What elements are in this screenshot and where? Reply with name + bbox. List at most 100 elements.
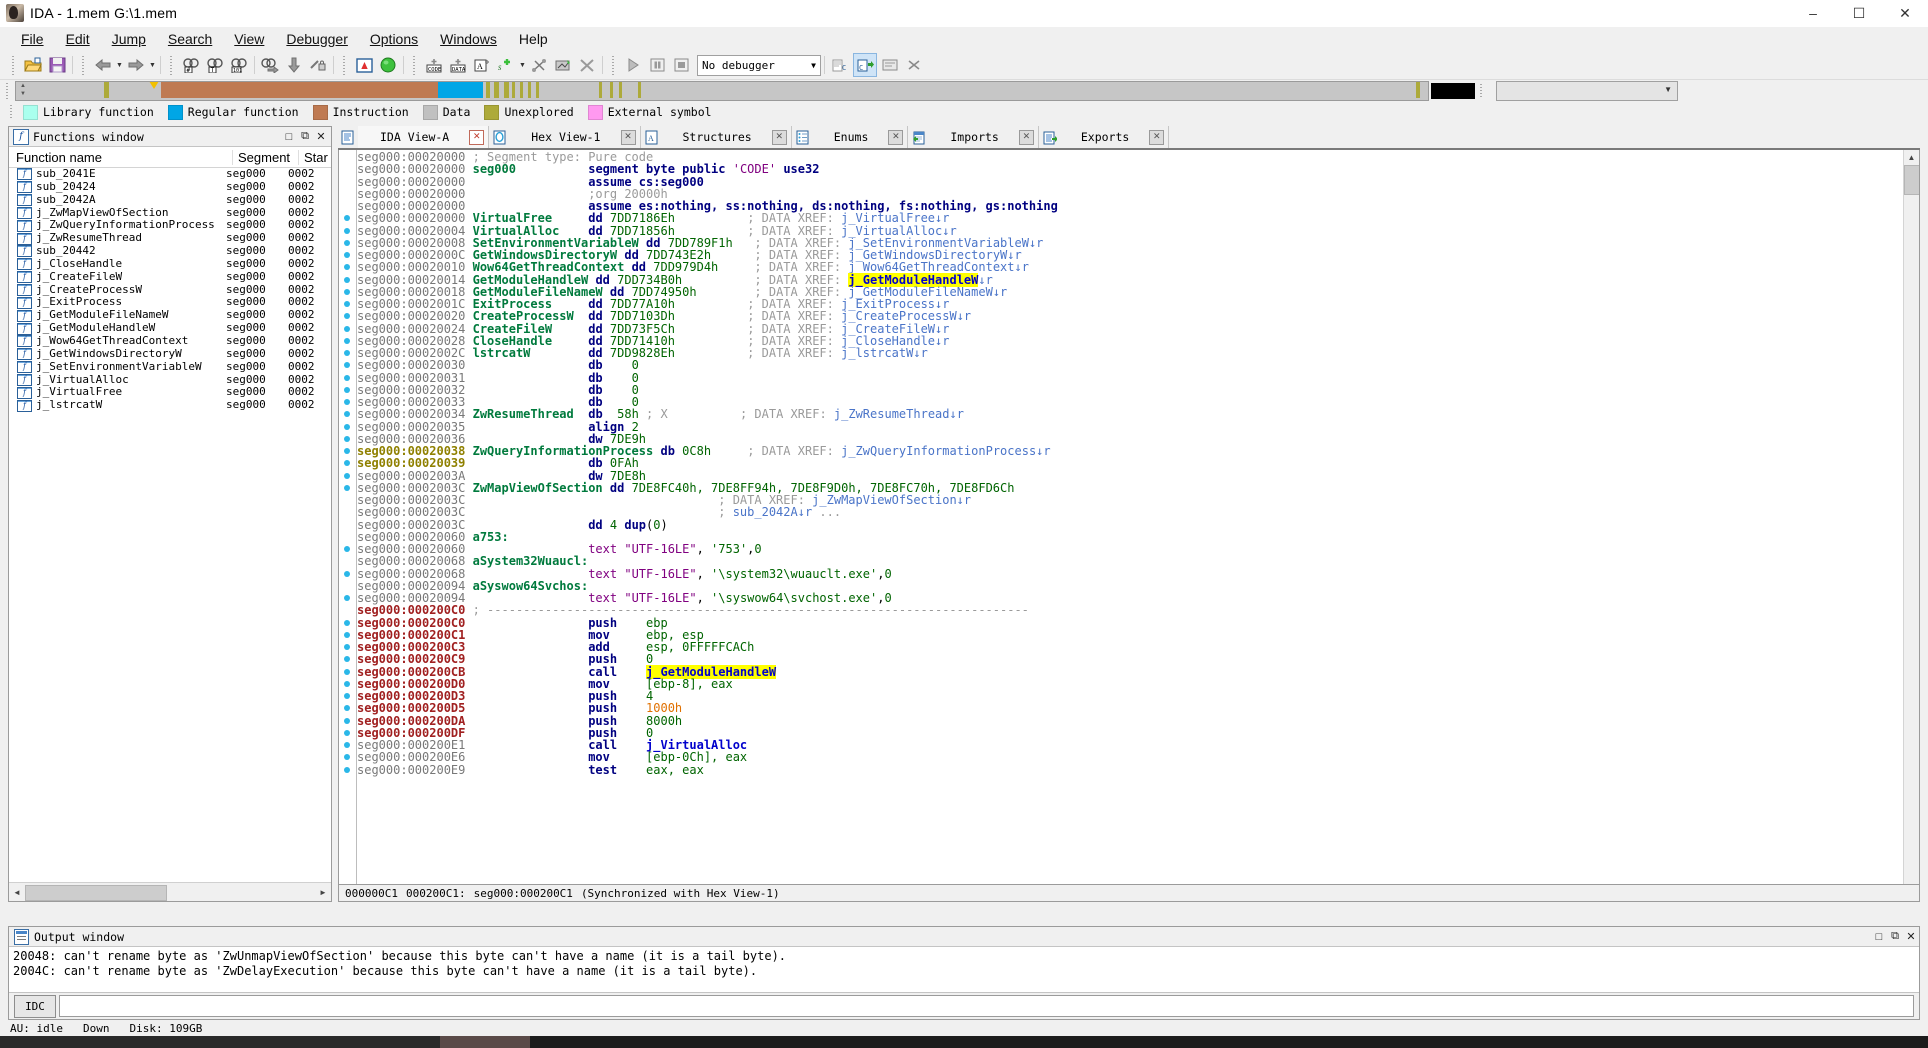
scroll-up-icon[interactable]: ▲ [1904,150,1919,165]
run-to-icon[interactable] [377,54,399,76]
toolbar-grip-view[interactable] [341,55,348,75]
close-button[interactable]: ✕ [1882,0,1928,26]
back-dropdown-icon[interactable]: ▼ [115,54,124,76]
navband-grip[interactable] [4,82,11,100]
table-row[interactable]: fj_VirtualAllocseg0000002 [9,374,331,387]
disassembly-line[interactable]: seg000:00020060 text "UTF-16LE", '753',0 [357,543,1919,555]
menu-view[interactable]: View [223,29,275,49]
make-struct-icon[interactable]: s [495,54,517,76]
toolbar-grip-make[interactable] [411,55,418,75]
debug-run-icon[interactable] [622,54,644,76]
tab-hex-view-1[interactable]: Hex View-1✕ [489,126,640,148]
make-data-icon[interactable]: DATA [447,54,469,76]
undefine-icon[interactable] [576,54,598,76]
disassembly-scroll-thumb[interactable] [1904,165,1920,195]
maximize-button[interactable]: ☐ [1836,0,1882,26]
toolbar-grip[interactable] [10,55,17,75]
idc-command-input[interactable] [59,995,1914,1017]
disassembly-view[interactable]: seg000:00020000 ; Segment type: Pure cod… [338,150,1920,885]
output-window-dock-button[interactable]: ⧉ [1887,929,1903,944]
table-row[interactable]: fj_GetModuleFileNameWseg0000002 [9,309,331,322]
menu-help[interactable]: Help [508,29,559,49]
navband-selector[interactable]: ▼ [1496,81,1678,101]
tab-close-icon[interactable]: ✕ [888,130,903,145]
toolbar-grip-debug[interactable] [610,55,617,75]
search-text-icon[interactable]: T [204,54,226,76]
make-string-icon[interactable]: A [471,54,493,76]
scroll-left-icon[interactable]: ◄ [9,884,25,900]
output-window-restore-button[interactable]: □ [1871,929,1887,944]
jump-xref-icon[interactable] [259,54,281,76]
table-row[interactable]: fsub_2041Eseg0000002 [9,168,331,181]
functions-scroll-thumb[interactable] [25,885,167,901]
table-row[interactable]: fsub_20424seg0000002 [9,181,331,194]
table-row[interactable]: fj_GetModuleHandleWseg0000002 [9,322,331,335]
navband-selector-grip[interactable] [1478,83,1485,99]
tab-close-icon[interactable]: ✕ [772,130,787,145]
tab-close-icon[interactable]: ✕ [1149,130,1164,145]
functions-window-close-button[interactable]: ✕ [313,129,329,144]
output-log[interactable]: 20048: can't rename byte as 'ZwUnmapView… [9,947,1919,993]
menu-edit[interactable]: Edit [55,29,101,49]
disassembly-line[interactable]: seg000:0002003C dd 4 dup(0) [357,519,1919,531]
debugger-select[interactable]: No debugger ▼ [697,55,821,76]
save-icon[interactable] [46,54,68,76]
navband-position-marker[interactable] [149,81,159,89]
disassembly-vertical-scrollbar[interactable]: ▲ [1903,150,1919,884]
back-arrow-icon[interactable] [92,54,114,76]
disassembly-line[interactable]: seg000:00020068 text "UTF-16LE", '\syste… [357,568,1919,580]
scroll-right-icon[interactable]: ► [315,884,331,900]
table-row[interactable]: fj_CloseHandleseg0000002 [9,258,331,271]
forward-dropdown-icon[interactable]: ▼ [148,54,157,76]
functions-window-restore-button[interactable]: □ [281,129,297,144]
tab-close-icon[interactable]: ✕ [621,130,636,145]
open-file-icon[interactable] [22,54,44,76]
hide-all-icon[interactable] [903,54,925,76]
debug-pause-icon[interactable] [646,54,668,76]
table-row[interactable]: fj_ExitProcessseg0000002 [9,296,331,309]
compile-icon[interactable]: C [829,54,851,76]
table-row[interactable]: fj_lstrcatWseg0000002 [9,399,331,412]
functions-scroll-track[interactable] [25,885,315,899]
disassembly-listing[interactable]: seg000:00020000 ; Segment type: Pure cod… [357,150,1919,884]
functions-horizontal-scrollbar[interactable]: ◄ ► [9,882,331,901]
table-row[interactable]: fj_ZwQueryInformationProcessseg0000002 [9,219,331,232]
tab-close-icon[interactable]: ✕ [469,130,484,145]
debug-stop-icon[interactable] [670,54,692,76]
idc-mode-button[interactable]: IDC [14,995,56,1018]
navband-zoom-arrows[interactable]: ▲▼ [18,82,28,98]
menu-debugger[interactable]: Debugger [275,29,359,49]
table-row[interactable]: fj_Wow64GetThreadContextseg0000002 [9,335,331,348]
disassembly-line[interactable]: seg000:000200E9 test eax, eax [357,764,1919,776]
table-row[interactable]: fj_CreateFileWseg0000002 [9,271,331,284]
toolbar-grip-search[interactable] [168,55,175,75]
table-row[interactable]: fj_GetWindowsDirectoryWseg0000002 [9,348,331,361]
table-row[interactable]: fj_VirtualFreeseg0000002 [9,386,331,399]
menu-options[interactable]: Options [359,29,429,49]
hide-icon[interactable] [879,54,901,76]
tab-close-icon[interactable]: ✕ [1019,130,1034,145]
toolbar-grip-nav[interactable] [80,55,87,75]
menu-windows[interactable]: Windows [429,29,508,49]
column-header-start[interactable]: Star [298,150,331,165]
search-binary-icon[interactable]: 101 [228,54,250,76]
make-code-icon[interactable]: CODE [423,54,445,76]
jump-locked-icon[interactable] [307,54,329,76]
column-header-function-name[interactable]: Function name [9,150,232,165]
column-header-segment[interactable]: Segment [232,150,298,165]
minimize-button[interactable]: – [1790,0,1836,26]
table-row[interactable]: fsub_20442seg0000002 [9,245,331,258]
output-window-close-button[interactable]: ✕ [1903,929,1919,944]
forward-arrow-icon[interactable] [125,54,147,76]
graph-view-icon[interactable] [353,54,375,76]
table-row[interactable]: fj_SetEnvironmentVariableWseg0000002 [9,361,331,374]
functions-window-dock-button[interactable]: ⧉ [297,129,313,144]
menu-file[interactable]: File [10,29,55,49]
tab-ida-view-a[interactable]: IDA View-A✕ [358,126,489,148]
functions-table-body[interactable]: fsub_2041Eseg0000002fsub_20424seg0000002… [9,168,331,882]
tab-exports[interactable]: Exports✕ [1039,126,1169,148]
tab-structures[interactable]: AStructures✕ [641,126,792,148]
table-row[interactable]: fj_CreateProcessWseg0000002 [9,284,331,297]
make-struct-dropdown-icon[interactable]: ▼ [518,54,527,76]
table-row[interactable]: fj_ZwMapViewOfSectionseg0000002 [9,207,331,220]
